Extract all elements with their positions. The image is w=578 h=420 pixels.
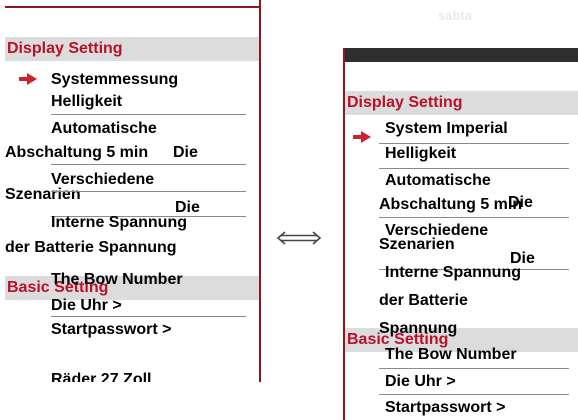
- battery-voltage-label[interactable]: Interne Spannung: [385, 263, 521, 283]
- display-setting-header: Display Setting: [345, 91, 578, 115]
- divider: [379, 168, 569, 169]
- system-measure-item[interactable]: Systemmessung: [51, 70, 178, 90]
- divider: [51, 164, 246, 165]
- top-divider: [5, 6, 259, 8]
- wheel-size-item[interactable]: Räder 27 Zoll: [51, 370, 151, 382]
- start-password-item[interactable]: Startpasswort >: [385, 398, 505, 418]
- auto-off-value[interactable]: Abschaltung 5 min: [379, 195, 522, 215]
- divider: [379, 368, 569, 369]
- arrow-right-icon: [19, 73, 37, 85]
- auto-off-die-text: Die: [173, 144, 198, 161]
- divider: [51, 191, 246, 192]
- system-measure-item[interactable]: System Imperial: [385, 119, 508, 139]
- bow-number-item[interactable]: The Bow Number: [51, 270, 183, 290]
- battery-voltage-value[interactable]: der Batterie: [379, 291, 468, 311]
- arrow-right-icon: [353, 131, 371, 143]
- top-bar: [345, 48, 578, 62]
- bow-number-item[interactable]: The Bow Number: [385, 345, 517, 365]
- battery-voltage-label[interactable]: Interne Spannung: [51, 213, 187, 233]
- scenarios-value[interactable]: Szenarien: [379, 235, 455, 255]
- settings-panel-left: Display Setting Systemmessung Helligkeit…: [5, 0, 261, 382]
- display-setting-header: Display Setting: [5, 37, 259, 61]
- brightness-item[interactable]: Helligkeit: [385, 144, 456, 164]
- start-password-item[interactable]: Startpasswort >: [51, 320, 171, 340]
- ghost-watermark-text: sabta: [438, 8, 472, 23]
- auto-off-die-text: Die: [508, 194, 533, 211]
- settings-panel-right: Display Setting System Imperial Helligke…: [343, 48, 578, 420]
- scenarios-value[interactable]: Szenarien: [5, 185, 81, 205]
- auto-off-value[interactable]: Abschaltung 5 min: [5, 143, 148, 163]
- auto-off-label[interactable]: Automatische: [51, 119, 157, 139]
- clock-item[interactable]: Die Uhr >: [385, 372, 456, 392]
- battery-voltage-unit[interactable]: Spannung: [379, 319, 457, 339]
- auto-off-label[interactable]: Automatische: [385, 171, 491, 191]
- brightness-item[interactable]: Helligkeit: [51, 92, 122, 112]
- double-arrow-icon: [276, 231, 322, 245]
- divider: [379, 217, 569, 218]
- battery-voltage-value[interactable]: der Batterie Spannung: [5, 238, 177, 258]
- clock-item[interactable]: Die Uhr >: [51, 296, 122, 316]
- divider: [51, 114, 246, 115]
- divider: [51, 316, 246, 317]
- divider: [379, 394, 569, 395]
